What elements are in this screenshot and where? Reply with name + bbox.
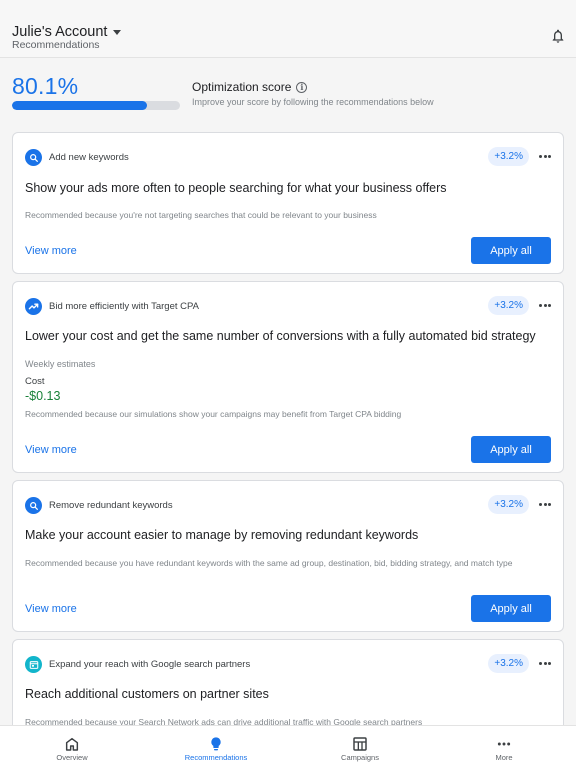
apply-all-button[interactable]: Apply all — [471, 595, 551, 622]
nav-more[interactable]: More — [432, 726, 576, 768]
view-more-link[interactable]: View more — [25, 603, 77, 615]
card-title: Make your account easier to manage by re… — [25, 528, 419, 542]
lightbulb-icon — [211, 737, 221, 751]
search-icon — [25, 149, 42, 166]
nav-label: Overview — [56, 753, 88, 762]
info-icon[interactable]: i — [296, 81, 308, 93]
more-icon — [497, 742, 511, 746]
app-root: Julie's Account Recommendations 80.1% Op… — [0, 0, 576, 768]
more-options-icon[interactable] — [539, 503, 551, 506]
optimization-score-bar — [12, 101, 180, 110]
weekly-estimates-label: Weekly estimates — [25, 359, 96, 369]
search-icon — [25, 497, 42, 514]
campaigns-icon — [353, 737, 367, 751]
card-category: Bid more efficiently with Target CPA — [49, 301, 199, 312]
card-category: Add new keywords — [49, 152, 129, 163]
card-title: Show your ads more often to people searc… — [25, 181, 447, 195]
score-uplift-badge: +3.2% — [488, 495, 529, 514]
optimization-score-heading: Optimization score i — [192, 80, 308, 94]
optimization-score-subtitle: Improve your score by following the reco… — [192, 97, 434, 107]
nav-label: Campaigns — [341, 753, 379, 762]
card-title: Reach additional customers on partner si… — [25, 687, 269, 701]
card-header: Expand your reach with Google search par… — [25, 656, 250, 673]
more-options-icon[interactable] — [539, 155, 551, 158]
search-partners-icon — [25, 656, 42, 673]
optimization-score-value: 80.1% — [12, 73, 79, 99]
card-category: Expand your reach with Google search par… — [49, 659, 251, 670]
score-uplift-badge: +3.2% — [488, 147, 529, 166]
nav-recommendations[interactable]: Recommendations — [144, 726, 288, 768]
home-icon — [65, 737, 79, 751]
card-reason: Recommended because you have redundant k… — [25, 558, 513, 568]
view-more-link[interactable]: View more — [25, 444, 77, 456]
cost-label: Cost — [25, 376, 45, 387]
card-title: Lower your cost and get the same number … — [25, 329, 536, 343]
optimization-score-bar-fill — [12, 101, 147, 110]
notifications-bell-icon[interactable] — [550, 27, 566, 45]
cost-estimate-value: -$0.13 — [25, 389, 61, 403]
page-subtitle: Recommendations — [12, 39, 100, 51]
optimization-score-title: Optimization score — [192, 80, 292, 94]
apply-all-button[interactable]: Apply all — [471, 237, 551, 264]
recommendation-card-add-keywords: Add new keywords +3.2% Show your ads mor… — [12, 132, 564, 274]
card-reason: Recommended because our simulations show… — [25, 409, 402, 419]
apply-all-button[interactable]: Apply all — [471, 436, 551, 463]
score-uplift-badge: +3.2% — [488, 296, 529, 315]
card-reason: Recommended because you're not targeting… — [25, 210, 377, 220]
more-options-icon[interactable] — [539, 662, 551, 665]
card-header: Add new keywords — [25, 149, 129, 166]
account-switcher[interactable]: Julie's Account — [12, 24, 122, 40]
account-name: Julie's Account — [12, 24, 108, 40]
nav-label: Recommendations — [184, 753, 248, 762]
trending-up-icon — [25, 298, 42, 315]
card-header: Bid more efficiently with Target CPA — [25, 298, 199, 315]
nav-label: More — [495, 753, 513, 762]
more-options-icon[interactable] — [539, 304, 551, 307]
nav-campaigns[interactable]: Campaigns — [288, 726, 432, 768]
recommendation-card-redundant-keywords: Remove redundant keywords +3.2% Make you… — [12, 480, 564, 632]
card-category: Remove redundant keywords — [49, 500, 173, 511]
recommendation-card-target-cpa: Bid more efficiently with Target CPA +3.… — [12, 281, 564, 473]
nav-overview[interactable]: Overview — [0, 726, 144, 768]
top-app-bar: Julie's Account Recommendations — [0, 0, 576, 58]
bottom-navigation: Overview Recommendations Campaigns More — [0, 725, 576, 768]
dropdown-arrow-icon — [113, 29, 122, 35]
view-more-link[interactable]: View more — [25, 245, 77, 257]
score-uplift-badge: +3.2% — [488, 654, 529, 673]
card-header: Remove redundant keywords — [25, 497, 173, 514]
